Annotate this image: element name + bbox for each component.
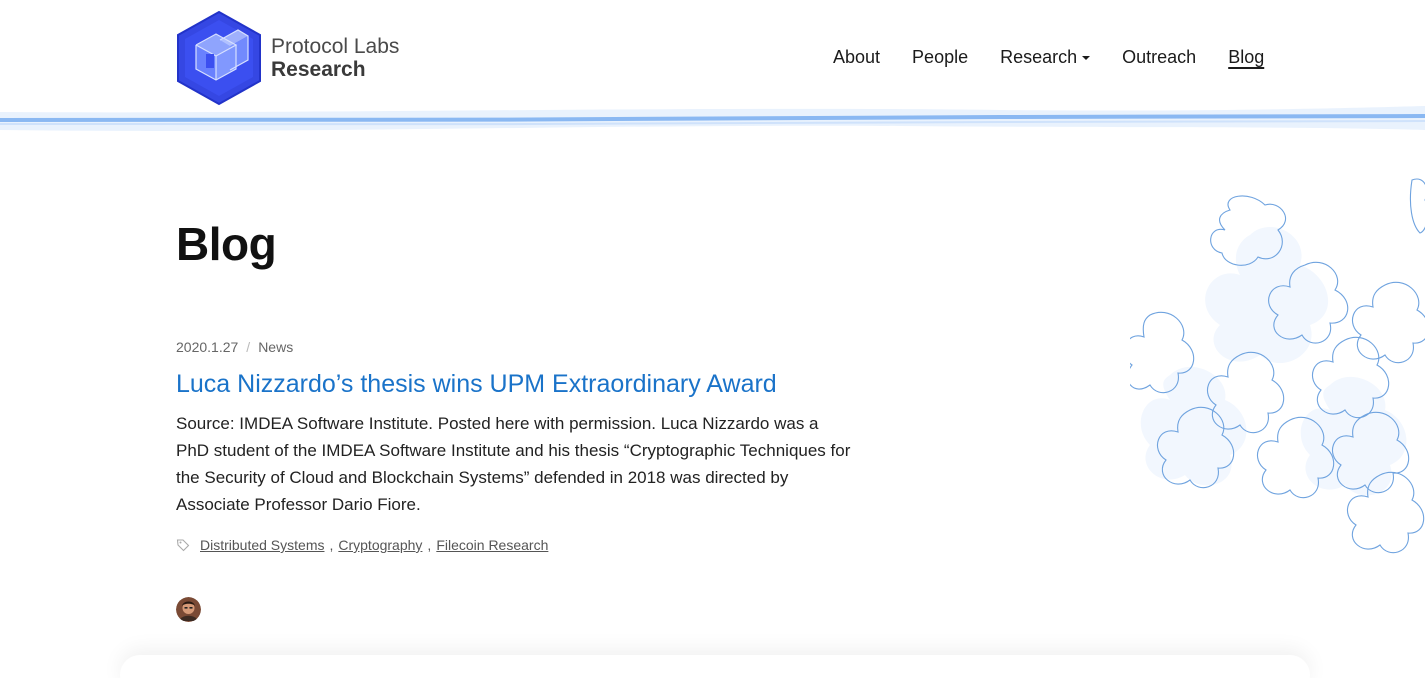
tag-icon — [176, 539, 190, 552]
logo-line-1: Protocol Labs — [271, 35, 400, 58]
post-date: 2020.1.27 — [176, 339, 239, 355]
post-tags: Distributed Systems , Cryptography , Fil… — [176, 537, 876, 553]
logo-wordmark: Protocol Labs Research — [271, 35, 399, 81]
nav-research[interactable]: Research — [1000, 47, 1091, 68]
avatar-image — [176, 597, 201, 622]
tag-link-cryptography[interactable]: Cryptography — [338, 537, 422, 553]
site-header: Protocol Labs Research About People Rese… — [0, 0, 1425, 140]
blog-post-card: 2020.1.27 / News Luca Nizzardo’s thesis … — [176, 339, 876, 553]
nav-blog[interactable]: Blog — [1228, 47, 1264, 68]
post-category: News — [258, 339, 294, 355]
caret-down-icon — [1082, 55, 1091, 60]
nav-research-label: Research — [1000, 47, 1078, 67]
author-avatar[interactable] — [176, 597, 201, 622]
tag-separator: , — [427, 537, 432, 553]
tag-link-filecoin-research[interactable]: Filecoin Research — [436, 537, 548, 553]
tag-separator: , — [329, 537, 334, 553]
protocol-labs-logo-icon — [177, 10, 261, 106]
decorative-puzzle-pattern — [1130, 178, 1425, 554]
site-logo[interactable]: Protocol Labs Research — [176, 10, 399, 106]
post-meta: 2020.1.27 / News — [176, 339, 876, 355]
nav-people[interactable]: People — [912, 47, 968, 68]
header-wave-divider — [0, 106, 1425, 131]
page-title: Blog — [176, 218, 277, 270]
content-card-edge — [120, 655, 1310, 678]
logo-line-2: Research — [271, 58, 366, 81]
meta-separator: / — [246, 339, 251, 355]
post-title-link[interactable]: Luca Nizzardo’s thesis wins UPM Extraord… — [176, 368, 876, 400]
nav-outreach[interactable]: Outreach — [1122, 47, 1196, 68]
post-excerpt: Source: IMDEA Software Institute. Posted… — [176, 414, 851, 514]
nav-about[interactable]: About — [833, 47, 880, 68]
main-nav: About People Research Outreach Blog — [833, 47, 1264, 68]
tag-link-distributed-systems[interactable]: Distributed Systems — [200, 537, 324, 553]
